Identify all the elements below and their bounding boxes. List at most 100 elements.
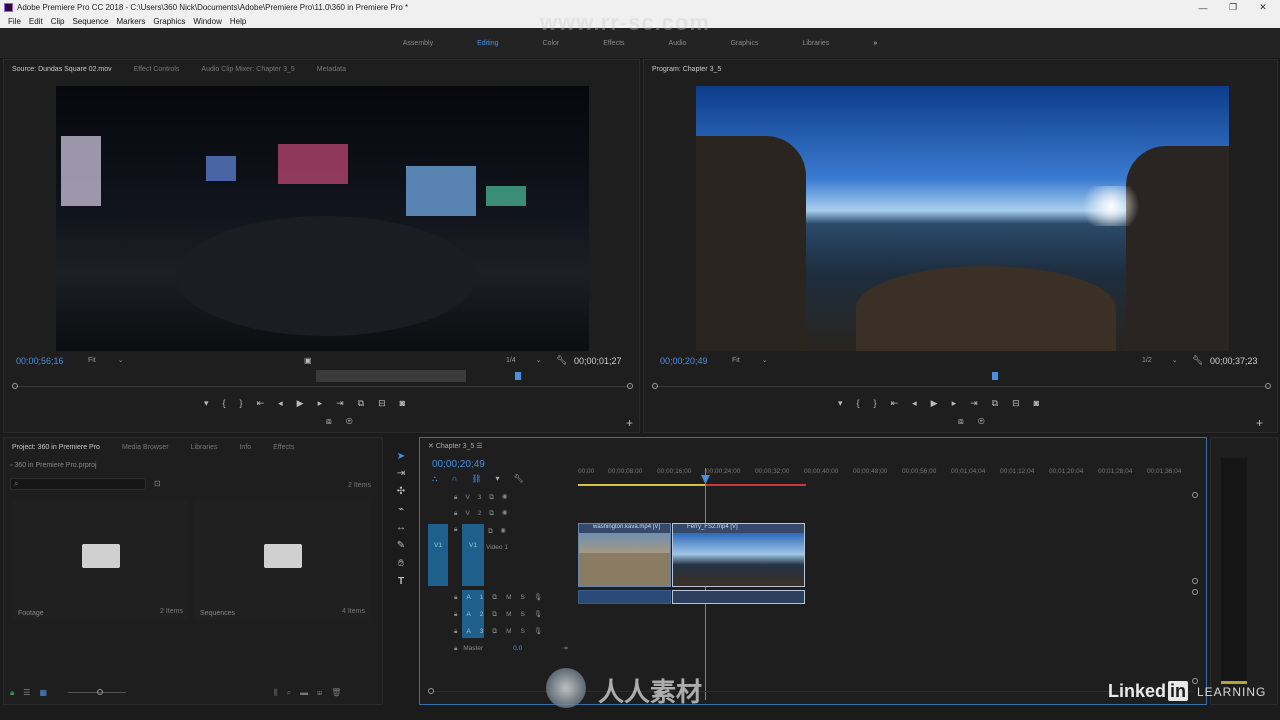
audio-clip[interactable] bbox=[578, 590, 671, 604]
source-fit-dropdown[interactable]: Fit ⌄ bbox=[88, 356, 124, 364]
export-frame-icon[interactable]: ◙ bbox=[1034, 398, 1053, 408]
overwrite-icon[interactable]: ⊟ bbox=[378, 398, 400, 408]
source-playhead[interactable] bbox=[515, 372, 521, 380]
maximize-button[interactable]: ❐ bbox=[1218, 0, 1248, 15]
lock-icon[interactable]: 🔒︎ bbox=[10, 688, 23, 697]
workspace-more-button[interactable]: » bbox=[851, 40, 899, 47]
step-forward-icon[interactable]: ▸ bbox=[318, 398, 337, 408]
timeline-timecode[interactable]: 00;00;20;49 bbox=[432, 459, 485, 470]
menu-graphics[interactable]: Graphics bbox=[149, 17, 189, 26]
source-resolution-dropdown[interactable]: 1/4 ⌄ bbox=[506, 356, 542, 364]
menu-edit[interactable]: Edit bbox=[25, 17, 47, 26]
workspace-effects[interactable]: Effects bbox=[581, 40, 646, 47]
scroll-handle[interactable] bbox=[1192, 578, 1198, 584]
lock-icon[interactable]: 🔒︎ bbox=[454, 611, 466, 618]
lock-icon[interactable]: 🔒︎ bbox=[454, 494, 465, 501]
settings-wrench-icon[interactable]: 🔧︎ bbox=[556, 355, 567, 366]
in-point-icon[interactable]: { bbox=[857, 398, 874, 408]
pen-tool-icon[interactable]: ✎ bbox=[394, 539, 408, 553]
sync-icon[interactable]: ⧉ bbox=[492, 594, 506, 601]
mic-icon[interactable]: 🎙︎ bbox=[534, 611, 551, 618]
bin-tile-footage[interactable]: Footage 2 Items bbox=[12, 500, 188, 620]
mic-icon[interactable]: 🎙︎ bbox=[534, 594, 551, 601]
snap-icon[interactable]: ∩ bbox=[452, 474, 472, 483]
extract-icon[interactable]: ⊟ bbox=[1012, 398, 1034, 408]
workspace-assembly[interactable]: Assembly bbox=[381, 40, 455, 47]
tab-metadata[interactable]: Metadata bbox=[309, 66, 360, 73]
scroll-handle[interactable] bbox=[1192, 678, 1198, 684]
menu-help[interactable]: Help bbox=[226, 17, 250, 26]
menu-file[interactable]: File bbox=[4, 17, 25, 26]
tab-effects[interactable]: Effects bbox=[265, 444, 308, 451]
zoom-slider-handle[interactable] bbox=[97, 689, 103, 695]
track-name[interactable]: A2 bbox=[466, 611, 492, 618]
project-search-input[interactable]: ⌕ bbox=[10, 478, 146, 490]
lock-icon[interactable]: 🔒︎ bbox=[454, 526, 457, 534]
track-name[interactable]: A3 bbox=[466, 628, 492, 635]
source-scrubber[interactable] bbox=[14, 386, 631, 387]
solo-button[interactable]: S bbox=[521, 611, 534, 618]
go-to-in-icon[interactable]: ⇤ bbox=[891, 398, 913, 408]
scroll-handle[interactable] bbox=[1192, 492, 1198, 498]
go-to-end-icon[interactable]: ⇥ bbox=[562, 645, 567, 652]
marker-icon[interactable]: ▾ bbox=[204, 398, 223, 408]
track-name[interactable]: A1 bbox=[466, 594, 492, 601]
tab-program[interactable]: Program: Chapter 3_5 bbox=[644, 66, 735, 73]
sync-icon[interactable]: ⧉ bbox=[489, 510, 502, 517]
add-marker-icon[interactable]: ▾ bbox=[496, 474, 514, 483]
source-timecode[interactable]: 00;00;56;16 bbox=[16, 356, 64, 366]
step-forward-icon[interactable]: ▸ bbox=[952, 398, 971, 408]
tab-media-browser[interactable]: Media Browser bbox=[114, 444, 183, 451]
video-clip[interactable]: washington.kava.mp4 [V] bbox=[578, 523, 671, 587]
new-item-icon[interactable]: ⊞ bbox=[317, 688, 331, 697]
audio-clip[interactable] bbox=[672, 590, 805, 604]
menu-markers[interactable]: Markers bbox=[113, 17, 150, 26]
solo-button[interactable]: S bbox=[521, 628, 534, 635]
vr-video-icon[interactable]: ⧈ bbox=[958, 416, 978, 426]
settings-wrench-icon[interactable]: 🔧︎ bbox=[1192, 355, 1203, 366]
tab-libraries[interactable]: Libraries bbox=[183, 444, 232, 451]
go-to-out-icon[interactable]: ⇥ bbox=[970, 398, 992, 408]
tab-project[interactable]: Project: 360 in Premiere Pro bbox=[4, 444, 114, 451]
nest-icon[interactable]: ⛬ bbox=[432, 474, 452, 483]
workspace-audio[interactable]: Audio bbox=[647, 40, 709, 47]
minimize-button[interactable]: — bbox=[1188, 0, 1218, 15]
workspace-editing[interactable]: Editing bbox=[455, 40, 520, 47]
tab-audio-clip-mixer[interactable]: Audio Clip Mixer: Chapter 3_5 bbox=[193, 66, 308, 73]
step-back-icon[interactable]: ◂ bbox=[912, 398, 931, 408]
sync-icon[interactable]: ⧉ bbox=[492, 628, 506, 635]
selection-tool-icon[interactable]: ➤ bbox=[394, 450, 408, 464]
lock-icon[interactable]: 🔒︎ bbox=[454, 594, 466, 601]
list-view-icon[interactable]: ☰ bbox=[23, 688, 39, 697]
source-video-frame[interactable] bbox=[56, 86, 589, 351]
time-ruler[interactable]: 00;00 00;00;08;00 00;00;16;00 00;00;24;0… bbox=[578, 466, 1198, 486]
mute-button[interactable]: M bbox=[506, 628, 520, 635]
tab-source[interactable]: Source: Dundas Square 02.mov bbox=[4, 66, 126, 73]
program-resolution-dropdown[interactable]: 1/2 ⌄ bbox=[1142, 356, 1178, 364]
sync-icon[interactable]: ⧉ bbox=[488, 528, 501, 535]
program-timecode[interactable]: 00;00;20;49 bbox=[660, 356, 708, 366]
program-playhead[interactable] bbox=[992, 372, 998, 380]
timeline-settings-wrench-icon[interactable]: 🔧︎ bbox=[514, 474, 538, 483]
mute-button[interactable]: M bbox=[506, 611, 520, 618]
sync-icon[interactable]: ⧉ bbox=[492, 611, 506, 618]
vr-video-icon[interactable]: ⧈ bbox=[326, 416, 346, 426]
timeline-tab[interactable]: ✕ Chapter 3_5 ☰ bbox=[428, 442, 483, 450]
source-zoom-bar[interactable] bbox=[316, 370, 466, 382]
vr-toggle-icon[interactable]: ⊛ bbox=[978, 416, 999, 426]
marker-icon[interactable]: ▾ bbox=[838, 398, 857, 408]
workspace-color[interactable]: Color bbox=[521, 40, 582, 47]
solo-button[interactable]: S bbox=[521, 594, 534, 601]
step-back-icon[interactable]: ◂ bbox=[278, 398, 297, 408]
ripple-edit-tool-icon[interactable]: ✣ bbox=[394, 485, 408, 499]
add-button[interactable]: + bbox=[626, 416, 633, 430]
vr-toggle-icon[interactable]: ⊛ bbox=[346, 416, 367, 426]
lift-icon[interactable]: ⧉ bbox=[992, 398, 1012, 408]
new-bin-from-search-icon[interactable]: ⊡ bbox=[154, 479, 161, 488]
close-button[interactable]: ✕ bbox=[1248, 0, 1278, 15]
razor-tool-icon[interactable]: ⌁ bbox=[394, 503, 408, 517]
zoom-handle[interactable] bbox=[627, 383, 633, 389]
eye-icon[interactable]: ◉ bbox=[502, 494, 515, 501]
add-button[interactable]: + bbox=[1256, 416, 1263, 430]
workspace-libraries[interactable]: Libraries bbox=[780, 40, 851, 47]
